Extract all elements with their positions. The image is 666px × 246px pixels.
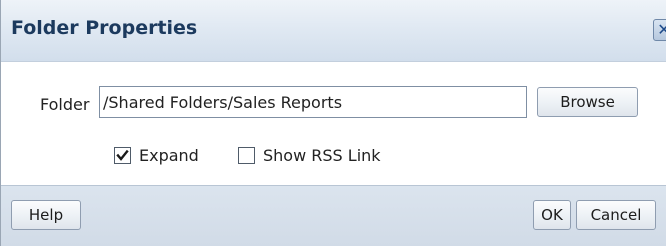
dialog-footer: Help OK Cancel: [1, 185, 666, 246]
expand-option[interactable]: Expand: [114, 145, 199, 165]
help-button[interactable]: Help: [11, 200, 81, 230]
folder-label: Folder: [40, 95, 90, 114]
dialog-title: Folder Properties: [11, 17, 198, 39]
show-rss-link-checkbox[interactable]: [238, 146, 255, 164]
expand-checkbox[interactable]: [114, 146, 131, 164]
folder-properties-dialog: Folder Properties ✕ Folder Browse Expand…: [0, 0, 666, 246]
expand-label: Expand: [139, 145, 199, 165]
checkmark-icon: [116, 149, 129, 161]
browse-button[interactable]: Browse: [537, 87, 638, 117]
close-icon[interactable]: ✕: [653, 19, 666, 41]
show-rss-link-option[interactable]: Show RSS Link: [238, 145, 381, 165]
dialog-content: Folder Browse Expand Show RSS Link: [1, 62, 666, 185]
cancel-button[interactable]: Cancel: [576, 200, 656, 230]
ok-button[interactable]: OK: [533, 200, 571, 230]
show-rss-link-label: Show RSS Link: [263, 145, 381, 165]
dialog-titlebar: Folder Properties ✕: [1, 0, 666, 62]
folder-path-input[interactable]: [99, 86, 527, 118]
